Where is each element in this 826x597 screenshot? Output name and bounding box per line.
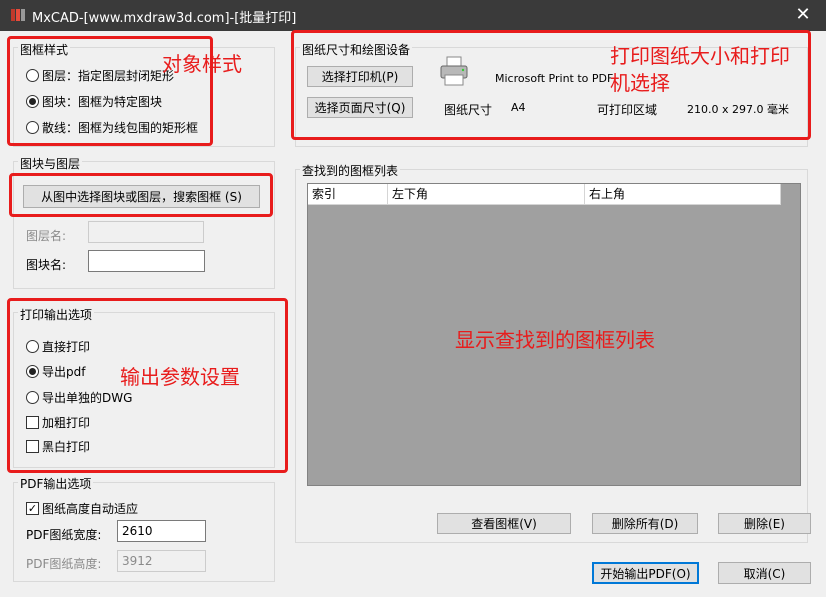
cancel-button[interactable]: 取消(C) xyxy=(718,562,811,584)
print-output-title: 打印输出选项 xyxy=(18,306,95,323)
mxcad-app-icon xyxy=(11,9,25,21)
block-layer-title: 图块与图层 xyxy=(18,155,83,172)
window-title: MxCAD-[www.mxdraw3d.com]-[批量打印] xyxy=(32,11,297,26)
checkbox-label: 图纸高度自动适应 xyxy=(42,502,139,516)
pdf-width-label: PDF图纸宽度: xyxy=(26,528,102,542)
paper-size-label: 图纸尺寸 xyxy=(444,103,493,117)
printable-area-label: 可打印区域 xyxy=(597,103,658,117)
radio-indicator xyxy=(26,391,39,404)
start-pdf-output-button[interactable]: 开始输出PDF(O) xyxy=(592,562,699,584)
pdf-width-input[interactable]: 2610 xyxy=(117,520,206,542)
radio-direct-print[interactable]: 直接打印 xyxy=(26,338,90,355)
radio-label: 散线：图框为线包围的矩形框 xyxy=(42,121,199,135)
checkbox-label: 黑白打印 xyxy=(42,440,91,454)
select-page-size-button[interactable]: 选择页面尺寸(Q) xyxy=(307,97,413,118)
close-button[interactable]: ✕ xyxy=(780,0,826,31)
column-header-upper-right[interactable]: 右上角 xyxy=(585,184,781,205)
block-name-label: 图块名: xyxy=(26,258,67,272)
radio-indicator xyxy=(26,69,39,82)
radio-frame-block[interactable]: 图块：图框为特定图块 xyxy=(26,93,162,110)
annotation-list-display: 显示查找到的图框列表 xyxy=(455,328,655,352)
radio-label: 图块：图框为特定图块 xyxy=(42,95,163,109)
printable-area-value: 210.0 x 297.0 毫米 xyxy=(687,103,789,116)
title-bar: MxCAD-[www.mxdraw3d.com]-[批量打印] ✕ xyxy=(0,0,826,31)
select-printer-button[interactable]: 选择打印机(P) xyxy=(307,66,413,87)
column-header-index[interactable]: 索引 xyxy=(308,184,388,205)
select-block-layer-button[interactable]: 从图中选择图块或图层，搜索图框 (S) xyxy=(23,185,260,208)
printer-icon xyxy=(440,56,468,86)
delete-all-button[interactable]: 删除所有(D) xyxy=(592,513,698,534)
layer-name-input[interactable] xyxy=(88,221,204,243)
paper-device-title: 图纸尺寸和绘图设备 xyxy=(300,41,413,58)
radio-export-dwg[interactable]: 导出单独的DWG xyxy=(26,389,132,406)
printer-name: Microsoft Print to PDF xyxy=(495,72,614,85)
frame-style-title: 图框样式 xyxy=(18,41,71,58)
checkbox-bw-print[interactable]: 黑白打印 xyxy=(26,438,90,455)
annotation-output-params: 输出参数设置 xyxy=(120,365,240,389)
frame-list-title: 查找到的图框列表 xyxy=(300,162,401,179)
checkbox-label: 加粗打印 xyxy=(42,416,91,430)
block-name-input[interactable] xyxy=(88,250,205,272)
frame-list-header: 索引 左下角 右上角 xyxy=(308,184,781,205)
radio-export-pdf[interactable]: 导出pdf xyxy=(26,363,85,380)
annotation-paper-printer-line2: 机选择 xyxy=(610,71,670,95)
radio-indicator-selected xyxy=(26,95,39,108)
delete-button[interactable]: 删除(E) xyxy=(718,513,811,534)
pdf-height-label: PDF图纸高度: xyxy=(26,557,102,571)
radio-label: 导出单独的DWG xyxy=(42,391,133,405)
radio-frame-lines[interactable]: 散线：图框为线包围的矩形框 xyxy=(26,119,198,136)
radio-indicator xyxy=(26,340,39,353)
radio-frame-layer[interactable]: 图层：指定图层封闭矩形 xyxy=(26,67,174,84)
annotation-paper-printer: 打印图纸大小和打印 xyxy=(610,44,790,68)
column-header-lower-left[interactable]: 左下角 xyxy=(388,184,585,205)
radio-indicator xyxy=(26,121,39,134)
checkbox-auto-fit-height[interactable]: ✓ 图纸高度自动适应 xyxy=(26,500,138,517)
layer-name-label: 图层名: xyxy=(26,229,67,243)
pdf-output-title: PDF输出选项 xyxy=(18,475,94,492)
view-frame-button[interactable]: 查看图框(V) xyxy=(437,513,571,534)
radio-indicator-selected xyxy=(26,365,39,378)
checkbox-indicator xyxy=(26,440,39,453)
pdf-height-input[interactable]: 3912 xyxy=(117,550,206,572)
radio-label: 直接打印 xyxy=(42,340,91,354)
radio-label: 图层：指定图层封闭矩形 xyxy=(42,69,175,83)
annotation-object-style: 对象样式 xyxy=(162,52,242,76)
checkbox-bold-print[interactable]: 加粗打印 xyxy=(26,414,90,431)
checkmark-icon: ✓ xyxy=(26,502,39,515)
paper-size-value: A4 xyxy=(511,101,526,114)
radio-label: 导出pdf xyxy=(42,365,86,379)
checkbox-indicator xyxy=(26,416,39,429)
